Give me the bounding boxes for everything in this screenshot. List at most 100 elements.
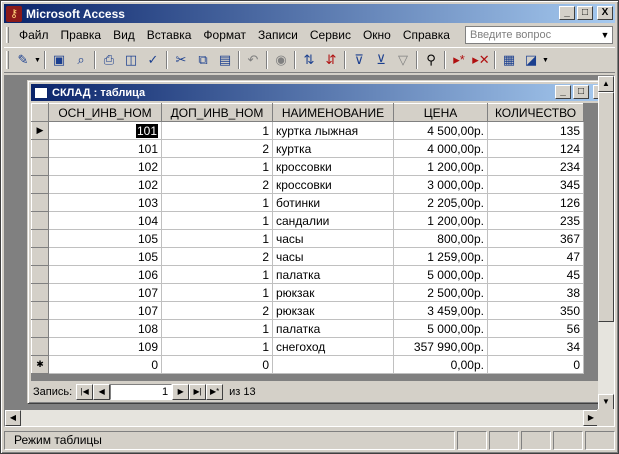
- undo-icon[interactable]: ↶: [242, 49, 264, 71]
- menu-view[interactable]: Вид: [107, 26, 141, 44]
- view-dropdown-icon[interactable]: ▼: [34, 57, 42, 64]
- table-cell[interactable]: 2 205,00р.: [393, 193, 488, 212]
- table-row[interactable]: 102 1 кроссовки 1 200,00р. 234: [31, 157, 584, 176]
- table-cell[interactable]: 1: [161, 283, 273, 302]
- table-cell[interactable]: 2: [161, 139, 273, 158]
- table-cell[interactable]: 1 259,00р.: [393, 247, 488, 266]
- column-header-dop-inv-nom[interactable]: ДОП_ИНВ_НОМ: [161, 103, 273, 122]
- table-cell[interactable]: 0: [48, 355, 162, 374]
- table-row[interactable]: 104 1 сандалии 1 200,00р. 235: [31, 211, 584, 230]
- table-cell[interactable]: сандалии: [272, 211, 394, 230]
- menu-format[interactable]: Формат: [197, 26, 252, 44]
- next-record-button[interactable]: ▶: [172, 384, 190, 400]
- app-vertical-scrollbar[interactable]: ▲ ▼: [598, 76, 614, 410]
- record-selector[interactable]: [31, 301, 49, 320]
- table-row[interactable]: 109 1 снегоход 357 990,00р. 34: [31, 337, 584, 356]
- table-cell[interactable]: 102: [48, 157, 162, 176]
- scroll-up-icon[interactable]: ▲: [598, 76, 614, 92]
- table-cell[interactable]: 45: [487, 265, 584, 284]
- help-dropdown-icon[interactable]: ▼: [598, 27, 612, 43]
- table-cell[interactable]: 1: [161, 121, 273, 140]
- design-view-icon[interactable]: ✎: [12, 49, 34, 71]
- menu-insert[interactable]: Вставка: [141, 26, 198, 44]
- filter-by-form-icon[interactable]: ⊻: [370, 49, 392, 71]
- table-cell[interactable]: палатка: [272, 265, 394, 284]
- hyperlink-icon[interactable]: ◉: [270, 49, 292, 71]
- print-icon[interactable]: ⎙: [98, 49, 120, 71]
- table-cell[interactable]: 367: [487, 229, 584, 248]
- record-selector[interactable]: [31, 337, 49, 356]
- record-selector[interactable]: [31, 283, 49, 302]
- table-cell[interactable]: 101: [48, 121, 162, 140]
- app-horizontal-scrollbar[interactable]: ◀ ▶: [5, 410, 599, 426]
- table-cell[interactable]: куртка лыжная: [272, 121, 394, 140]
- sort-descending-icon[interactable]: ⇵: [320, 49, 342, 71]
- record-selector[interactable]: [31, 229, 49, 248]
- delete-record-icon[interactable]: ▸✕: [470, 49, 492, 71]
- record-selector[interactable]: [31, 193, 49, 212]
- table-cell[interactable]: 800,00р.: [393, 229, 488, 248]
- table-cell[interactable]: 105: [48, 247, 162, 266]
- table-cell[interactable]: 234: [487, 157, 584, 176]
- table-cell[interactable]: 109: [48, 337, 162, 356]
- paste-icon[interactable]: ▤: [214, 49, 236, 71]
- table-cell[interactable]: 1 200,00р.: [393, 157, 488, 176]
- table-cell[interactable]: 5 000,00р.: [393, 319, 488, 338]
- record-number-input[interactable]: 1: [110, 384, 173, 400]
- table-cell[interactable]: 0: [487, 355, 584, 374]
- menubar-grip[interactable]: [6, 27, 9, 43]
- column-header-kolichestvo[interactable]: КОЛИЧЕСТВО: [487, 103, 584, 122]
- table-cell[interactable]: палатка: [272, 319, 394, 338]
- table-cell[interactable]: 102: [48, 175, 162, 194]
- scroll-down-icon[interactable]: ▼: [598, 394, 614, 410]
- table-cell[interactable]: куртка: [272, 139, 394, 158]
- table-cell[interactable]: 107: [48, 283, 162, 302]
- table-cell[interactable]: кроссовки: [272, 175, 394, 194]
- record-selector[interactable]: [31, 175, 49, 194]
- minimize-button[interactable]: _: [559, 6, 575, 20]
- table-cell[interactable]: 1 200,00р.: [393, 211, 488, 230]
- table-cell[interactable]: 126: [487, 193, 584, 212]
- filter-by-selection-icon[interactable]: ⊽: [348, 49, 370, 71]
- table-cell[interactable]: 101: [48, 139, 162, 158]
- cut-icon[interactable]: ✂: [170, 49, 192, 71]
- table-cell[interactable]: 0: [161, 355, 273, 374]
- table-cell[interactable]: 4 500,00р.: [393, 121, 488, 140]
- record-selector[interactable]: [31, 265, 49, 284]
- table-cell[interactable]: 4 000,00р.: [393, 139, 488, 158]
- menu-records[interactable]: Записи: [252, 26, 304, 44]
- current-record-selector-icon[interactable]: ▶: [31, 121, 49, 140]
- table-cell[interactable]: 34: [487, 337, 584, 356]
- search-icon[interactable]: ⌕: [70, 49, 92, 71]
- column-header-cena[interactable]: ЦЕНА: [393, 103, 488, 122]
- maximize-button[interactable]: □: [577, 6, 593, 20]
- table-cell[interactable]: 5 000,00р.: [393, 265, 488, 284]
- table-cell[interactable]: 1: [161, 337, 273, 356]
- table-cell[interactable]: снегоход: [272, 337, 394, 356]
- table-cell[interactable]: 2: [161, 175, 273, 194]
- table-cell[interactable]: 350: [487, 301, 584, 320]
- table-cell[interactable]: 1: [161, 157, 273, 176]
- table-cell[interactable]: [272, 355, 394, 374]
- table-row[interactable]: 103 1 ботинки 2 205,00р. 126: [31, 193, 584, 212]
- new-record-asterisk-icon[interactable]: ✱: [31, 355, 49, 374]
- table-cell[interactable]: 3 459,00р.: [393, 301, 488, 320]
- table-cell[interactable]: 357 990,00р.: [393, 337, 488, 356]
- select-all-corner[interactable]: [31, 103, 49, 122]
- table-cell[interactable]: 2: [161, 247, 273, 266]
- table-cell[interactable]: 103: [48, 193, 162, 212]
- table-row[interactable]: 105 1 часы 800,00р. 367: [31, 229, 584, 248]
- menu-file[interactable]: Файл: [13, 26, 55, 44]
- table-cell[interactable]: кроссовки: [272, 157, 394, 176]
- table-cell[interactable]: 235: [487, 211, 584, 230]
- table-row[interactable]: 102 2 кроссовки 3 000,00р. 345: [31, 175, 584, 194]
- record-selector[interactable]: [31, 139, 49, 158]
- copy-icon[interactable]: ⧉: [192, 49, 214, 71]
- table-cell[interactable]: 1: [161, 319, 273, 338]
- new-record-nav-button[interactable]: ▶*: [206, 384, 224, 400]
- record-selector[interactable]: [31, 211, 49, 230]
- help-question-input[interactable]: Введите вопрос ▼: [465, 26, 613, 44]
- menu-edit[interactable]: Правка: [55, 26, 108, 44]
- new-record-icon[interactable]: ▸*: [448, 49, 470, 71]
- table-cell[interactable]: 135: [487, 121, 584, 140]
